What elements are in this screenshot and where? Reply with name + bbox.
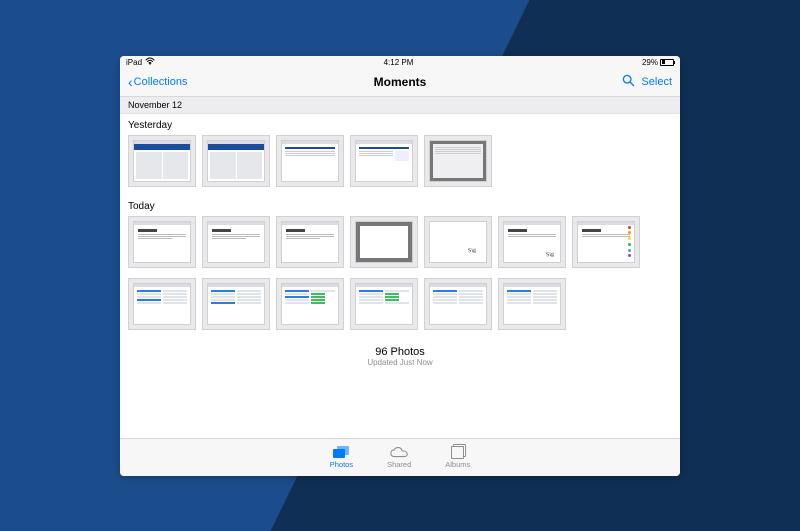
battery-pct: 29% [642,58,658,67]
back-label: Collections [134,76,188,88]
page-background: iPad 4:12 PM 29% ‹ Collections Moments [0,0,800,531]
albums-icon [449,445,467,459]
photo-thumb[interactable] [128,135,196,187]
search-icon [622,76,635,90]
thumb-row-today-1: Sig Sig [120,214,680,276]
photo-thumb[interactable] [350,216,418,268]
tab-photos[interactable]: Photos [330,445,353,469]
wifi-icon [145,57,155,67]
photo-thumb[interactable] [424,278,492,330]
thumb-row-yesterday [120,133,680,195]
photo-thumb[interactable] [498,278,566,330]
date-section-header: November 12 [120,97,680,114]
photo-thumb[interactable] [350,135,418,187]
back-button[interactable]: ‹ Collections [128,75,187,89]
content-area[interactable]: November 12 Yesterday Today Sig Sig [120,97,680,438]
group-label-today: Today [120,195,680,214]
group-label-yesterday: Yesterday [120,114,680,133]
photos-icon [332,445,350,459]
photo-thumb[interactable]: Sig [424,216,492,268]
library-count: 96 Photos Updated Just Now [120,338,680,379]
search-button[interactable] [622,74,635,90]
thumb-row-today-2 [120,276,680,338]
ipad-window: iPad 4:12 PM 29% ‹ Collections Moments [120,56,680,476]
device-label: iPad [126,58,142,67]
tab-shared[interactable]: Shared [387,445,411,469]
photo-thumb[interactable] [202,278,270,330]
photo-thumb[interactable] [424,135,492,187]
photo-thumb[interactable] [202,135,270,187]
cloud-icon [390,445,408,459]
nav-bar: ‹ Collections Moments Select [120,69,680,97]
battery-icon [660,59,674,66]
photo-thumb[interactable] [572,216,640,268]
photo-thumb[interactable] [276,216,344,268]
status-bar: iPad 4:12 PM 29% [120,56,680,69]
tab-bar: Photos Shared Albums [120,438,680,476]
select-button[interactable]: Select [641,76,672,88]
tab-albums[interactable]: Albums [445,445,470,469]
photo-thumb[interactable] [128,278,196,330]
updated-label: Updated Just Now [120,358,680,367]
status-time: 4:12 PM [155,58,642,67]
photo-thumb[interactable] [202,216,270,268]
chevron-left-icon: ‹ [128,75,133,89]
photo-thumb[interactable] [350,278,418,330]
photo-thumb[interactable] [276,135,344,187]
photo-count: 96 Photos [120,346,680,358]
photo-thumb[interactable] [276,278,344,330]
photo-thumb[interactable] [128,216,196,268]
photo-thumb[interactable]: Sig [498,216,566,268]
